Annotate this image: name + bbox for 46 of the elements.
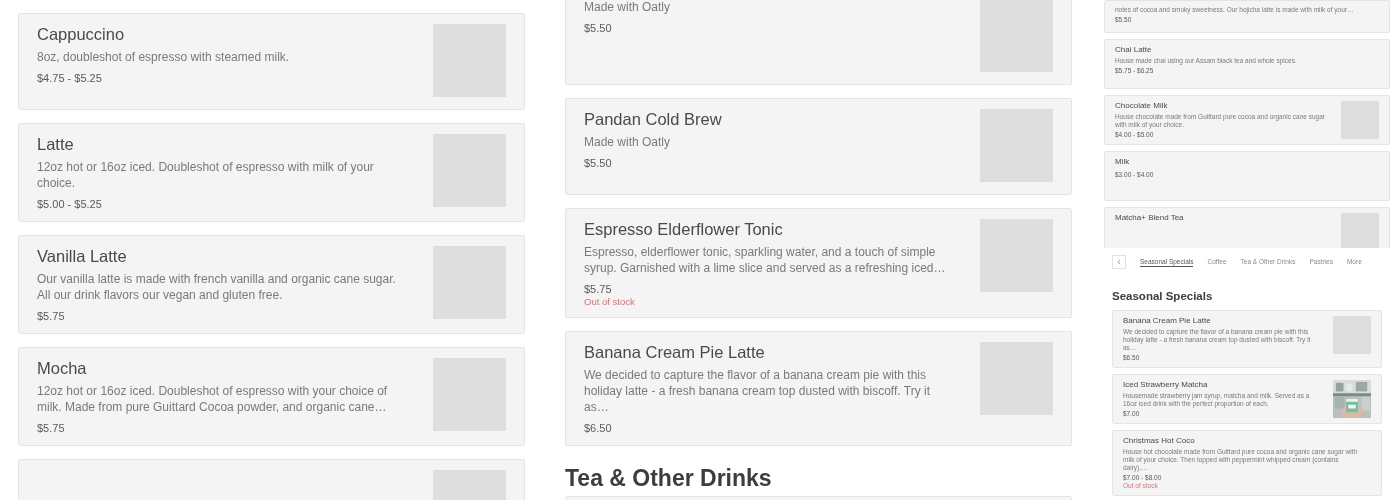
item-price: $6.50 — [584, 421, 613, 435]
item-description: 12oz hot or 16oz iced. Doubleshot of espresso with milk of your choice. — [37, 159, 375, 191]
item-price: $5.50 — [584, 21, 613, 35]
menu-card[interactable] — [1112, 430, 1382, 496]
menu-card[interactable]: Pandan Cold Brew Made with Oatly $5.50 — [565, 98, 1072, 195]
stock-status: Out of stock — [584, 296, 636, 307]
menu-card[interactable]: Banana Cream Pie Latte We decided to capture the flavor of a banana cream pie with this holiday latte - a fresh banana cream top dusted with biscoff. Try it as… $6.50 — [565, 331, 1072, 446]
section-heading: Tea & Other Drinks — [565, 465, 773, 491]
menu-card[interactable]: Made with Oatly $5.50 — [565, 0, 1072, 85]
item-price: $5.00 - $5.25 — [37, 197, 103, 211]
item-name: Matcha+ Blend Tea — [1115, 213, 1185, 223]
item-description: 8oz, doubleshot of espresso with steamed milk. — [37, 49, 291, 65]
item-price: $5.50 — [584, 156, 613, 170]
item-description: Our vanilla latte is made with french vanilla and organic cane sugar. All our drink flavors our vegan and gluten free. — [37, 271, 397, 303]
item-name: Espresso Elderflower Tonic — [584, 219, 784, 240]
nav-icon-button[interactable] — [1112, 255, 1126, 269]
item-description: Made with Oatly — [584, 134, 672, 150]
item-price: $5.75 — [37, 309, 66, 323]
menu-card[interactable]: Mocha 12oz hot or 16oz iced. Doubleshot of espresso with your choice of milk. Made from pure Guittard Cocoa powder, and organic cane… $5.75 — [18, 347, 525, 446]
item-name: Chocolate Milk — [1115, 101, 1169, 111]
item-name: Banana Cream Pie Latte — [1123, 316, 1212, 326]
item-name: Latte — [37, 134, 75, 155]
menu-card[interactable]: Vanilla Latte Our vanilla latte is made with french vanilla and organic cane sugar. All our drink flavors our vegan and gluten free. $5.75 — [18, 235, 525, 334]
item-description: We decided to capture the flavor of a banana cream pie with this holiday latte - a fresh banana cream top dusted with biscoff. Try it as… — [584, 367, 931, 415]
item-name: Milk — [1115, 157, 1131, 167]
menu-card[interactable]: Espresso Elderflower Tonic Espresso, elderflower tonic, sparkling water, and a touch of simple syrup. Garnished with a lime slice and served as a refreshing iced… $5.75 Out of stock — [565, 208, 1072, 318]
chevron-icon — [1116, 259, 1122, 265]
item-name: Vanilla Latte — [37, 246, 128, 267]
section-heading: Seasonal Specials — [1112, 290, 1214, 302]
item-price: $4.75 - $5.25 — [37, 71, 103, 85]
item-name: Christmas Hot Coco — [1123, 436, 1196, 446]
item-name: Iced Strawberry Matcha — [1123, 380, 1209, 390]
image-placeholder — [1341, 213, 1379, 248]
menu-card[interactable]: Latte 12oz hot or 16oz iced. Doubleshot of espresso with milk of your choice. $5.00 - $5.25 — [18, 123, 525, 222]
menu-card[interactable]: Matcha+ Blend Tea — [1104, 207, 1390, 248]
item-name: Pandan Cold Brew — [584, 109, 723, 130]
item-description: 12oz hot or 16oz iced. Doubleshot of espresso with your choice of milk. Made from pure Guittard Cocoa powder, and organic cane… — [37, 383, 389, 415]
item-name: Banana Cream Pie Latte — [584, 342, 766, 363]
item-name: Mocha — [37, 358, 88, 379]
item-description: Espresso, elderflower tonic, sparkling water, and a touch of simple syrup. Garnished with a lime slice and served as a refreshing iced… — [584, 244, 947, 276]
item-price: $5.75 — [37, 421, 66, 435]
item-description: Made with Oatly — [584, 0, 672, 15]
item-price: $5.75 — [584, 282, 613, 296]
item-name: Chai Latte — [1115, 45, 1153, 55]
menu-card[interactable]: Cappuccino 8oz, doubleshot of espresso with steamed milk. $4.75 - $5.25 — [18, 13, 525, 110]
item-name: Cappuccino — [37, 24, 126, 45]
